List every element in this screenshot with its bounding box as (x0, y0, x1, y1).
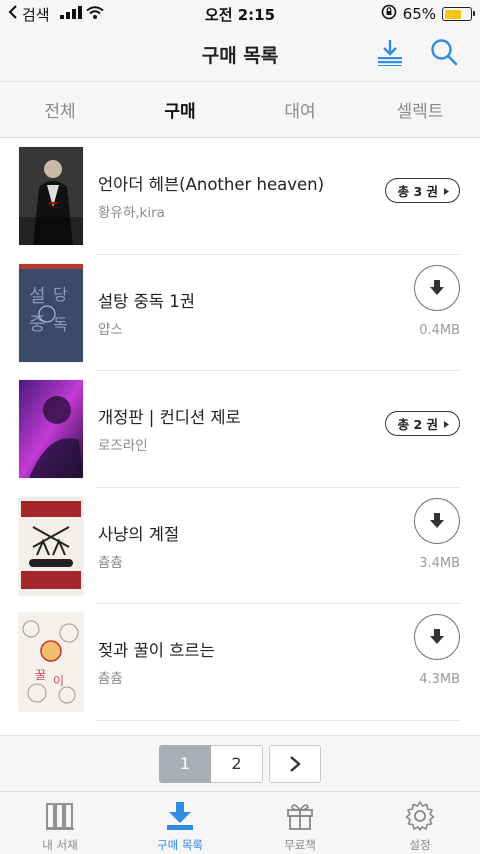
gear-icon (405, 801, 435, 831)
battery-icon (442, 7, 475, 21)
battery-percent: 65% (402, 5, 436, 23)
page-button-2[interactable]: 2 (211, 744, 263, 783)
volume-count-button[interactable]: 총 3 권 (384, 178, 460, 203)
bookshelf-icon (46, 803, 74, 830)
file-size: 3.4MB (419, 555, 460, 571)
tab-rental[interactable]: 대여 (240, 97, 360, 122)
tab-label: 구매 목록 (157, 838, 203, 852)
tab-label: 설정 (409, 838, 431, 852)
download-arrow-icon (430, 512, 444, 528)
bottom-tab-bar: 내 서재 구매 목록 무료책 설정 (0, 791, 480, 854)
svg-text:이: 이 (53, 674, 64, 688)
page-title: 구매 목록 (201, 45, 279, 67)
svg-text:설: 설 (29, 286, 46, 307)
file-size: 0.4MB (419, 322, 460, 338)
tab-free-books[interactable]: 무료책 (240, 792, 360, 854)
book-cover (19, 147, 83, 246)
tab-settings[interactable]: 설정 (360, 792, 480, 854)
book-cover (19, 496, 83, 595)
page-button-1[interactable]: 1 (159, 744, 211, 783)
book-row[interactable]: 개정판 | 컨디션 제로 로즈라인 총 2 권 (0, 371, 480, 488)
book-cover (19, 380, 83, 479)
book-list: 언아더 헤븐(Another heaven) 황유하,kira 총 3 권 설 … (0, 138, 480, 721)
tab-label: 내 서재 (42, 838, 78, 852)
download-arrow-icon (430, 279, 444, 295)
back-arrow-icon[interactable] (8, 5, 18, 23)
caret-right-icon (444, 183, 449, 198)
volume-count-label: 총 2 권 (397, 417, 438, 432)
download-list-icon[interactable] (376, 38, 404, 70)
volume-count-button[interactable]: 총 2 권 (384, 411, 460, 436)
file-size: 4.3MB (419, 672, 460, 687)
signal-icon (59, 5, 82, 23)
download-arrow-icon (430, 629, 444, 644)
book-author: 황유하,kira (98, 205, 165, 222)
download-button[interactable] (414, 497, 460, 544)
book-row[interactable]: 설 당 중 독 설탕 중독 1권 얍스 0.4MB (0, 255, 480, 372)
svg-text:독: 독 (53, 315, 68, 334)
download-tray-icon (167, 802, 193, 830)
download-button[interactable] (414, 614, 460, 660)
tab-all[interactable]: 전체 (0, 97, 120, 122)
download-button[interactable] (414, 264, 460, 311)
tab-label: 무료책 (284, 838, 316, 852)
book-row[interactable]: 언아더 헤븐(Another heaven) 황유하,kira 총 3 권 (0, 138, 480, 255)
gift-icon (287, 804, 313, 830)
tab-purchase[interactable]: 구매 (120, 97, 240, 122)
svg-text:중: 중 (29, 314, 46, 335)
next-page-button[interactable] (269, 744, 321, 783)
wifi-icon (85, 5, 104, 23)
book-author: 로즈라인 (98, 438, 148, 455)
book-row[interactable]: 사냥의 계절 츔츔 3.4MB (0, 488, 480, 605)
chevron-right-icon (290, 755, 301, 772)
status-time: 오전 2:15 (204, 5, 276, 24)
volume-count-label: 총 3 권 (397, 184, 438, 199)
pagination-bar: 1 2 (0, 735, 480, 791)
svg-text:꿀: 꿀 (35, 668, 46, 682)
pagination: 1 2 (159, 744, 321, 783)
filter-tabs: 전체 구매 대여 셀렉트 (0, 82, 480, 138)
tab-select[interactable]: 셀렉트 (360, 97, 480, 122)
book-row[interactable]: 꿀 이 젖과 꿀이 흐르는 츔츔 4.3MB (0, 604, 480, 721)
status-bar: 검색 오전 2:15 65% (0, 0, 480, 28)
search-icon[interactable] (430, 38, 458, 70)
tab-purchase-list[interactable]: 구매 목록 (120, 792, 240, 854)
book-cover: 설 당 중 독 (19, 263, 83, 362)
header: 구매 목록 (0, 28, 480, 82)
rotation-lock-icon (381, 4, 397, 24)
back-to-app-label[interactable]: 검색 (22, 4, 50, 25)
tab-my-library[interactable]: 내 서재 (0, 792, 120, 854)
book-cover: 꿀 이 (19, 613, 83, 712)
caret-right-icon (444, 416, 449, 431)
svg-text:당: 당 (53, 285, 68, 304)
